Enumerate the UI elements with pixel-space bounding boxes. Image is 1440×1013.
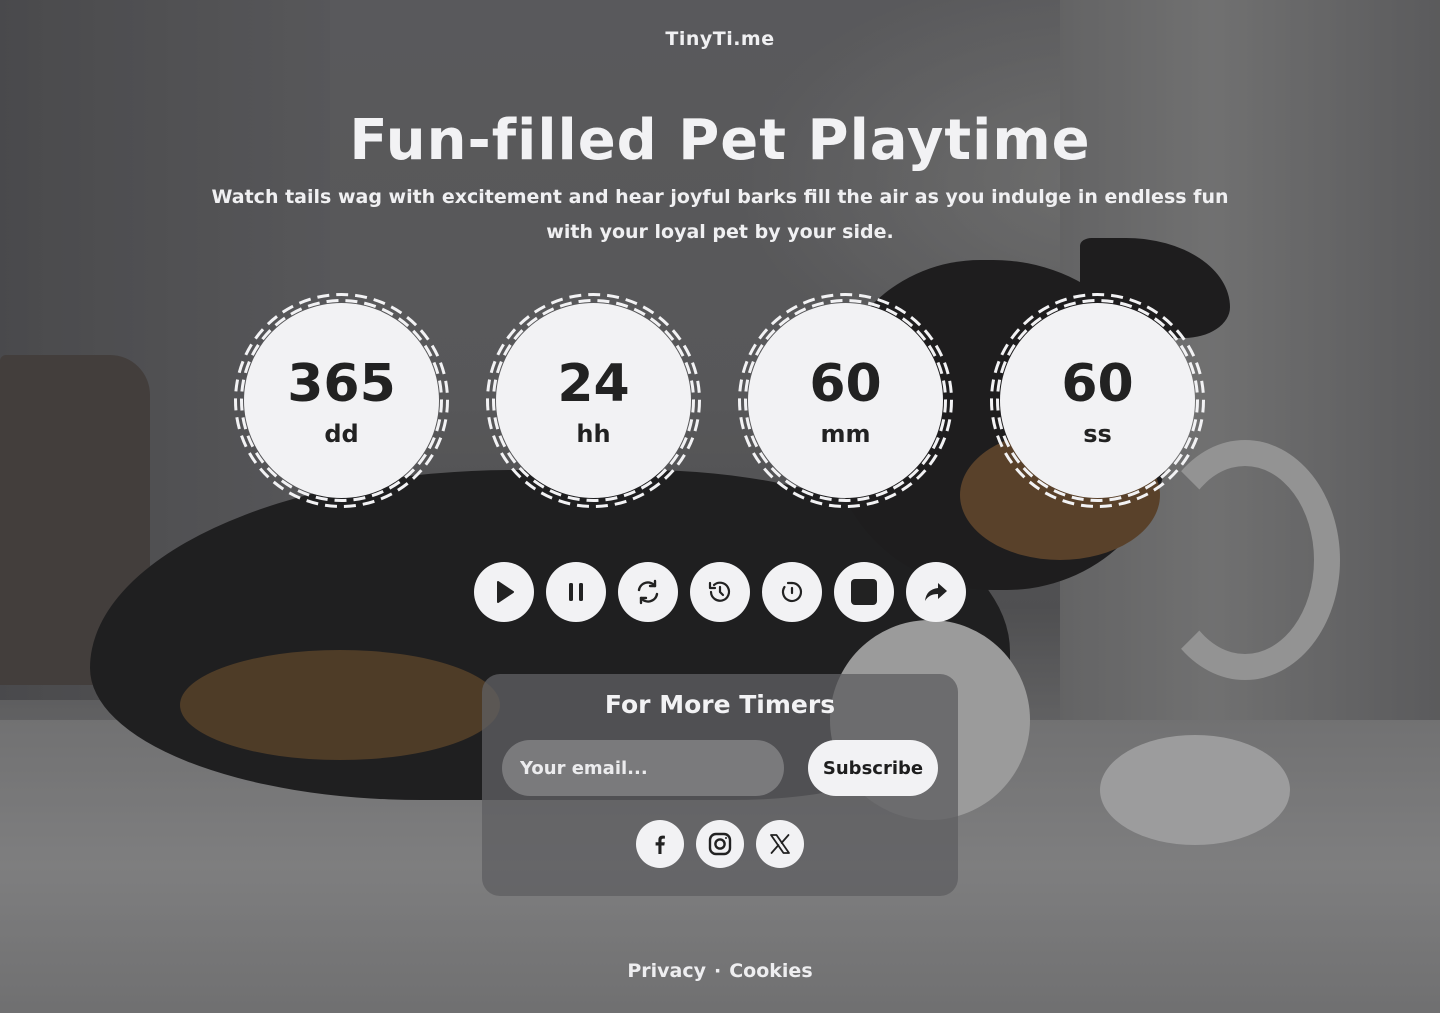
play-button[interactable] — [474, 562, 534, 622]
facebook-link[interactable] — [636, 820, 684, 868]
privacy-link[interactable]: Privacy — [627, 960, 706, 982]
email-field[interactable] — [502, 740, 784, 796]
pause-icon — [569, 583, 583, 601]
facebook-icon — [655, 835, 665, 854]
timer-minutes-value: 60 — [809, 354, 882, 414]
history-icon — [708, 581, 731, 602]
page-subtitle: Watch tails wag with excitement and hear… — [211, 186, 1229, 243]
history-button[interactable] — [690, 562, 750, 622]
brand-logo[interactable]: TinyTi.me — [0, 28, 1440, 50]
play-icon — [497, 581, 514, 603]
subscribe-button[interactable]: Subscribe — [808, 740, 938, 796]
timer-seconds: 60 ss — [985, 288, 1210, 513]
restart-button[interactable] — [618, 562, 678, 622]
timer-minutes: 60 mm — [733, 288, 958, 513]
timer-hours: 24 hh — [481, 288, 706, 513]
timer-days-unit: dd — [324, 420, 359, 448]
stop-button[interactable] — [834, 562, 894, 622]
instagram-icon — [708, 832, 732, 856]
timer-seconds-unit: ss — [1083, 420, 1112, 448]
timer-hours-value: 24 — [557, 354, 630, 414]
timer-controls — [0, 562, 1440, 622]
share-icon — [925, 583, 947, 601]
x-icon — [770, 834, 790, 854]
timer-reset-button[interactable] — [762, 562, 822, 622]
footer-separator: · — [714, 960, 722, 982]
subscribe-title: For More Timers — [604, 690, 836, 719]
timer-hours-unit: hh — [576, 420, 611, 448]
pause-button[interactable] — [546, 562, 606, 622]
page-title: Fun-filled Pet Playtime — [349, 108, 1091, 173]
footer: Privacy · Cookies — [0, 960, 1440, 982]
refresh-icon — [637, 579, 659, 605]
timer-days-value: 365 — [287, 354, 396, 414]
instagram-link[interactable] — [696, 820, 744, 868]
share-button[interactable] — [906, 562, 966, 622]
x-link[interactable] — [756, 820, 804, 868]
timer-icon — [781, 581, 803, 603]
timer-minutes-unit: mm — [820, 420, 871, 448]
timer-seconds-value: 60 — [1061, 354, 1134, 414]
stop-icon — [851, 579, 877, 605]
timer-days: 365 dd — [229, 288, 454, 513]
countdown: 365 dd 24 hh 60 mm 60 ss — [0, 288, 1440, 513]
subscribe-panel: For More Timers Subscribe — [482, 674, 958, 896]
cookies-link[interactable]: Cookies — [729, 960, 812, 982]
